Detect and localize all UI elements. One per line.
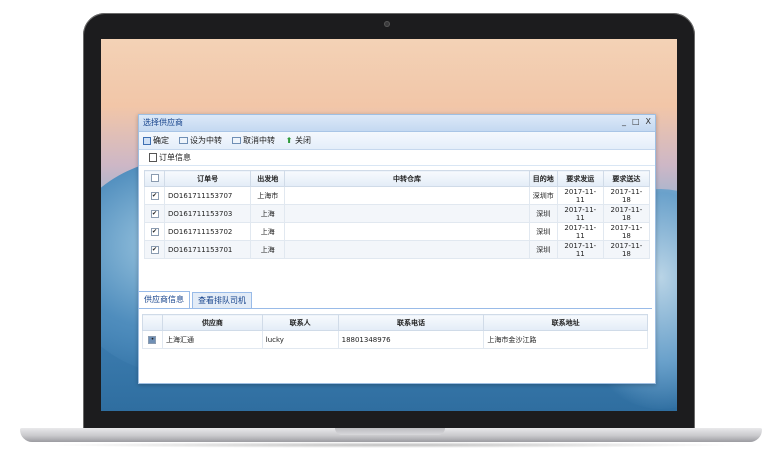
grid-layer: 订单号 出发地 中转仓库 目的地 要求发运 要求送达 ✔ DO161711153… — [101, 39, 677, 411]
tab-supplier-info[interactable]: 供应商信息 — [138, 291, 190, 308]
ship-date: 2017-11-11 — [556, 186, 604, 205]
deliver-date: 2017-11-18 — [602, 240, 651, 259]
column-header[interactable]: 要求发运 — [556, 170, 604, 187]
row-checkbox[interactable]: ✔ — [143, 240, 166, 259]
supplier-address: 上海市金沙江路 — [483, 330, 648, 349]
column-header[interactable]: 出发地 — [250, 170, 286, 187]
destination: 深圳 — [528, 240, 558, 259]
transfer-warehouse[interactable] — [284, 240, 530, 259]
table-row[interactable]: • 上海汇通 lucky 18801348976 上海市金沙江路 — [142, 330, 648, 349]
row-radio[interactable]: • — [142, 330, 163, 349]
tab-strip: 供应商信息 查看排队司机 — [138, 290, 652, 309]
row-checkbox[interactable]: ✔ — [143, 222, 166, 241]
transfer-warehouse[interactable] — [284, 186, 530, 205]
select-column-header — [142, 314, 163, 331]
select-all-checkbox[interactable] — [143, 170, 166, 187]
table-row[interactable]: ✔ DO161711153707 上海市 深圳市 2017-11-11 2017… — [143, 186, 651, 205]
column-header[interactable]: 联系电话 — [337, 314, 485, 331]
supplier-name: 上海汇通 — [161, 330, 263, 349]
order-number: DO161711153702 — [164, 222, 252, 241]
row-checkbox[interactable]: ✔ — [143, 204, 166, 223]
origin: 上海 — [250, 204, 286, 223]
order-table: 订单号 出发地 中转仓库 目的地 要求发运 要求送达 ✔ DO161711153… — [143, 170, 651, 259]
transfer-warehouse[interactable] — [284, 222, 530, 241]
laptop-notch — [335, 428, 445, 435]
origin: 上海市 — [250, 186, 286, 205]
deliver-date: 2017-11-18 — [602, 186, 651, 205]
table-row[interactable]: ✔ DO161711153701 上海 深圳 2017-11-11 2017-1… — [143, 240, 651, 259]
column-header[interactable]: 联系人 — [261, 314, 339, 331]
column-header[interactable]: 订单号 — [164, 170, 252, 187]
column-header[interactable]: 要求送达 — [602, 170, 651, 187]
supplier-header-row: 供应商 联系人 联系电话 联系地址 — [142, 314, 648, 331]
column-header[interactable]: 中转仓库 — [284, 170, 530, 187]
ship-date: 2017-11-11 — [556, 222, 604, 241]
ship-date: 2017-11-11 — [556, 240, 604, 259]
destination: 深圳市 — [528, 186, 558, 205]
transfer-warehouse[interactable] — [284, 204, 530, 223]
ship-date: 2017-11-11 — [556, 204, 604, 223]
column-header[interactable]: 目的地 — [528, 170, 558, 187]
supplier-phone: 18801348976 — [337, 330, 485, 349]
origin: 上海 — [250, 240, 286, 259]
supplier-table: 供应商 联系人 联系电话 联系地址 • 上海汇通 lucky 188013489… — [142, 314, 648, 349]
column-header[interactable]: 供应商 — [161, 314, 263, 331]
deliver-date: 2017-11-18 — [602, 222, 651, 241]
row-checkbox[interactable]: ✔ — [143, 186, 166, 205]
order-number: DO161711153701 — [164, 240, 252, 259]
order-number: DO161711153707 — [164, 186, 252, 205]
table-row[interactable]: ✔ DO161711153703 上海 深圳 2017-11-11 2017-1… — [143, 204, 651, 223]
order-number: DO161711153703 — [164, 204, 252, 223]
deliver-date: 2017-11-18 — [602, 204, 651, 223]
destination: 深圳 — [528, 204, 558, 223]
camera-icon — [384, 21, 390, 27]
column-header[interactable]: 联系地址 — [483, 314, 648, 331]
supplier-contact: lucky — [261, 330, 339, 349]
table-row[interactable]: ✔ DO161711153702 上海 深圳 2017-11-11 2017-1… — [143, 222, 651, 241]
base-shadow — [40, 442, 742, 448]
order-header-row: 订单号 出发地 中转仓库 目的地 要求发运 要求送达 — [143, 170, 651, 187]
origin: 上海 — [250, 222, 286, 241]
tab-queued-drivers[interactable]: 查看排队司机 — [192, 292, 252, 308]
destination: 深圳 — [528, 222, 558, 241]
